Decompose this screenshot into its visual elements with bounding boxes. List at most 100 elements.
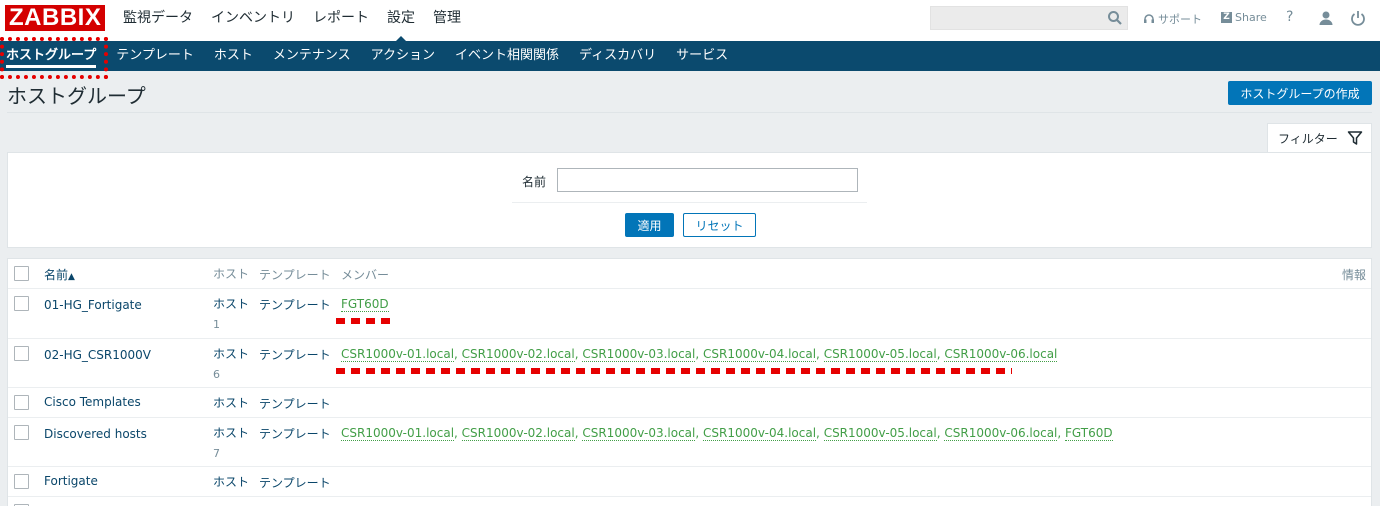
members-list: FGT60D (341, 297, 389, 312)
filter-panel: 名前 適用 リセット (7, 152, 1372, 248)
apply-button[interactable]: 適用 (625, 213, 674, 237)
hosts-count: 1 (213, 318, 220, 331)
filter-tab[interactable]: フィルター (1267, 123, 1372, 153)
sign-out-icon[interactable] (1350, 10, 1366, 26)
sub-menu-maintenance[interactable]: メンテナンス (263, 41, 361, 71)
group-name-link[interactable]: 01-HG_Fortigate (44, 298, 142, 312)
user-profile-icon[interactable] (1318, 10, 1334, 26)
hosts-count: 7 (213, 447, 220, 460)
table-row: 02-HG_CSR1000V ホスト 6 テンプレート CSR1000v-01.… (8, 339, 1371, 388)
member-link[interactable]: CSR1000v-01.local (341, 347, 455, 362)
filter-divider (512, 202, 867, 203)
hosts-count: 6 (213, 368, 220, 381)
hosts-link[interactable]: ホスト 1 (213, 294, 249, 335)
table-row: Discovered hosts ホスト 7 テンプレート CSR1000v-0… (8, 418, 1371, 467)
hosts-link-label: ホスト (213, 426, 250, 440)
share-z-icon: Z (1221, 12, 1232, 23)
column-header-info: 情報 (1342, 268, 1367, 282)
member-link[interactable]: CSR1000v-03.local (582, 426, 696, 441)
member-link[interactable]: CSR1000v-06.local (944, 347, 1058, 362)
member-link[interactable]: FGT60D (341, 297, 389, 312)
sort-asc-icon: ▲ (68, 272, 75, 282)
annotation-underline (336, 368, 1012, 374)
templates-link[interactable]: テンプレート (259, 296, 331, 313)
zabbix-logo[interactable]: ZABBIX (5, 5, 106, 31)
main-menu-monitoring[interactable]: 監視データ (114, 0, 202, 41)
column-header-name-label: 名前 (44, 268, 69, 282)
sub-menu-event-correlation[interactable]: イベント相関関係 (445, 41, 569, 71)
member-link[interactable]: CSR1000v-05.local (823, 426, 937, 441)
members-list: CSR1000v-01.local, CSR1000v-02.local, CS… (341, 347, 1058, 362)
sub-menu: ホストグループ テンプレート ホスト メンテナンス アクション イベント相関関係… (0, 41, 1380, 71)
sub-menu-actions[interactable]: アクション (361, 41, 445, 71)
main-menu-administration[interactable]: 管理 (424, 0, 470, 41)
row-checkbox[interactable] (14, 296, 29, 311)
sub-menu-hosts[interactable]: ホスト (204, 41, 263, 71)
main-menu: 監視データ インベントリ レポート 設定 管理 (114, 0, 470, 42)
annotation-underline (336, 318, 392, 324)
group-name-link[interactable]: Cisco Templates (44, 395, 141, 409)
main-menu-reports[interactable]: レポート (304, 0, 378, 41)
support-link[interactable]: サポート (1143, 11, 1202, 27)
hosts-link-label: ホスト (213, 475, 250, 489)
group-name-link[interactable]: Fortigate (44, 474, 98, 488)
headset-icon (1144, 14, 1154, 23)
share-label: Share (1235, 11, 1267, 24)
member-link[interactable]: CSR1000v-01.local (341, 426, 455, 441)
sub-menu-discovery[interactable]: ディスカバリ (569, 41, 666, 71)
member-link[interactable]: CSR1000v-06.local (944, 426, 1058, 441)
member-link[interactable]: CSR1000v-04.local (703, 426, 817, 441)
column-header-members: メンバー (341, 268, 390, 282)
member-link[interactable]: CSR1000v-03.local (582, 347, 696, 362)
host-groups-table: 名前▲ ホスト テンプレート メンバー 情報 01-HG_Fortigate ホ… (7, 258, 1372, 506)
group-name-link[interactable]: 02-HG_CSR1000V (44, 348, 151, 362)
sub-menu-services[interactable]: サービス (666, 41, 738, 71)
column-header-templates: テンプレート (259, 268, 331, 282)
filter-name-label: 名前 (522, 175, 547, 189)
column-header-name[interactable]: 名前▲ (44, 266, 75, 283)
share-link[interactable]: Z Share (1221, 11, 1267, 24)
filter-icon (1347, 131, 1363, 145)
header-divider (7, 112, 1372, 113)
table-row: Cisco Templates ホスト テンプレート (8, 388, 1371, 418)
search-icon[interactable] (1107, 10, 1123, 26)
page-title: ホストグループ (7, 84, 146, 108)
main-menu-inventory[interactable]: インベントリ (202, 0, 304, 41)
hosts-link[interactable]: ホスト 6 (213, 344, 249, 385)
hosts-link[interactable]: ホスト 7 (213, 423, 249, 464)
reset-button[interactable]: リセット (683, 213, 756, 237)
table-header-row: 名前▲ ホスト テンプレート メンバー 情報 (8, 259, 1371, 289)
table-row (8, 497, 1371, 506)
templates-link[interactable]: テンプレート (259, 474, 331, 491)
row-checkbox[interactable] (14, 474, 29, 489)
members-list: CSR1000v-01.local, CSR1000v-02.local, CS… (341, 426, 1113, 441)
member-link[interactable]: CSR1000v-02.local (461, 347, 575, 362)
support-label: サポート (1158, 13, 1202, 26)
create-host-group-button[interactable]: ホストグループの作成 (1228, 81, 1372, 105)
hosts-link-label: ホスト (213, 297, 250, 311)
templates-link[interactable]: テンプレート (259, 425, 331, 442)
member-link[interactable]: CSR1000v-02.local (461, 426, 575, 441)
column-header-hosts: ホスト (213, 267, 250, 281)
select-all-checkbox[interactable] (14, 266, 29, 281)
row-checkbox[interactable] (14, 425, 29, 440)
help-button[interactable]: ? (1286, 9, 1293, 25)
member-link[interactable]: FGT60D (1065, 426, 1113, 441)
search-input[interactable] (930, 6, 1128, 30)
table-row: 01-HG_Fortigate ホスト 1 テンプレート FGT60D (8, 289, 1371, 339)
main-menu-configuration[interactable]: 設定 (378, 0, 424, 42)
member-link[interactable]: CSR1000v-04.local (703, 347, 817, 362)
row-checkbox[interactable] (14, 346, 29, 361)
templates-link[interactable]: テンプレート (259, 346, 331, 363)
member-link[interactable]: CSR1000v-05.local (823, 347, 937, 362)
sub-menu-host-groups[interactable]: ホストグループ (0, 41, 106, 71)
row-checkbox[interactable] (14, 395, 29, 410)
sub-menu-templates[interactable]: テンプレート (106, 41, 204, 71)
table-row: Fortigate ホスト テンプレート (8, 467, 1371, 497)
top-bar: ZABBIX 監視データ インベントリ レポート 設定 管理 サポート Z Sh… (0, 0, 1380, 42)
filter-name-input[interactable] (557, 168, 858, 192)
templates-link[interactable]: テンプレート (259, 395, 331, 412)
group-name-link[interactable]: Discovered hosts (44, 427, 147, 441)
filter-tab-label: フィルター (1278, 132, 1338, 146)
hosts-link-label: ホスト (213, 396, 250, 410)
